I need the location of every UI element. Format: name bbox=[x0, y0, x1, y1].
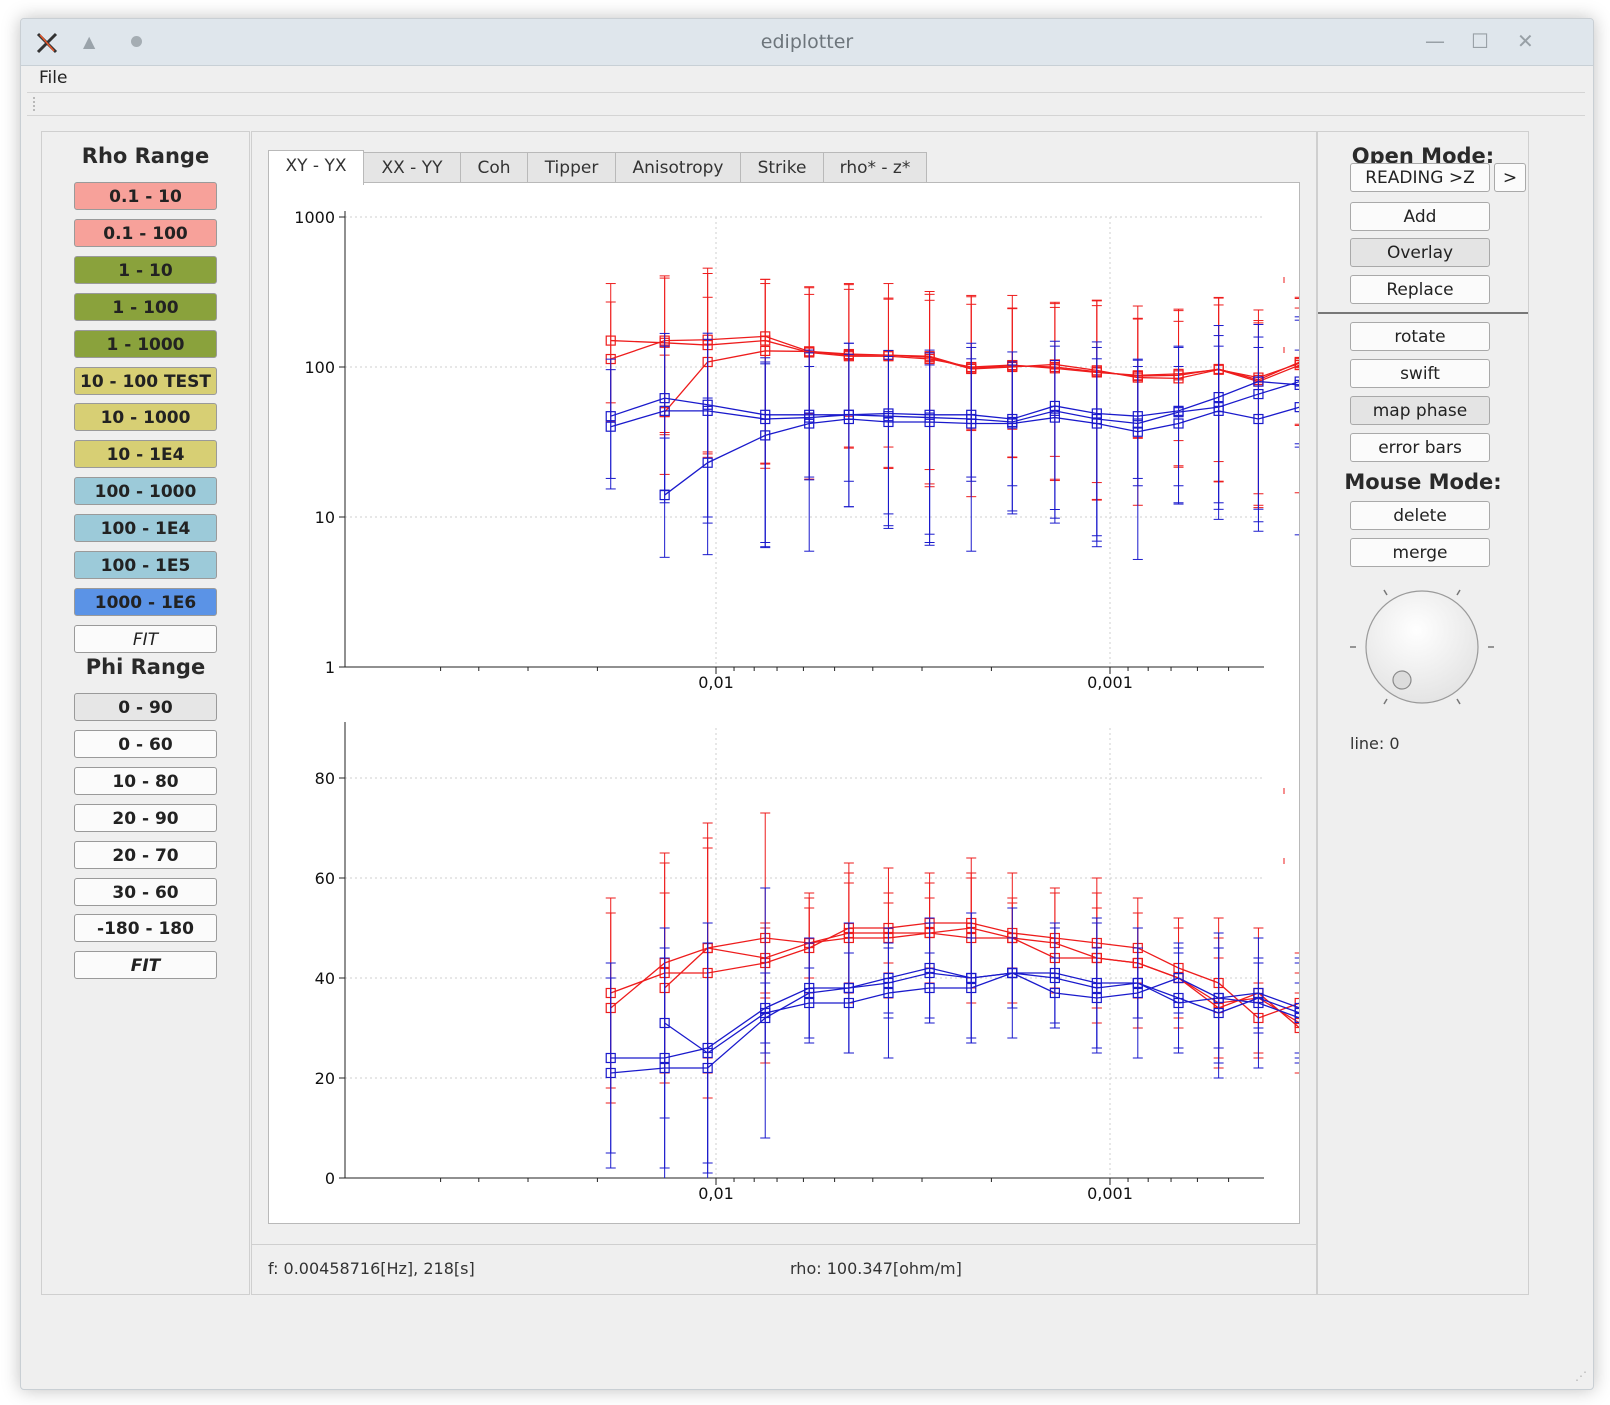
title-bar: ▲ ediplotter — ☐ ✕ bbox=[21, 19, 1593, 66]
phi-range-button[interactable]: 10 - 80 bbox=[74, 766, 217, 795]
phi-range-title: Phi Range bbox=[85, 655, 206, 679]
menu-bar: File bbox=[21, 66, 1593, 92]
delete-button[interactable]: delete bbox=[1350, 501, 1490, 530]
status-bar: f: 0.00458716[Hz], 218[s] rho: 100.347[o… bbox=[251, 1244, 1317, 1295]
maximize-icon[interactable]: ☐ bbox=[1471, 29, 1489, 53]
phi-range-button[interactable]: 20 - 90 bbox=[74, 803, 217, 832]
minimize-icon[interactable]: — bbox=[1425, 29, 1445, 53]
tab-xx-yy[interactable]: XX - YY bbox=[363, 152, 461, 183]
close-icon[interactable]: ✕ bbox=[1517, 29, 1534, 53]
merge-button[interactable]: merge bbox=[1350, 538, 1490, 567]
mode-separator bbox=[1318, 312, 1528, 314]
y-tick-label: 10 bbox=[315, 508, 335, 527]
tab-xy-yx[interactable]: XY - YX bbox=[268, 150, 364, 185]
tab-rho-z[interactable]: rho* - z* bbox=[823, 152, 927, 183]
menu-file[interactable]: File bbox=[39, 68, 67, 88]
rho-range-button[interactable]: 1 - 100 bbox=[74, 292, 217, 321]
rotate-button[interactable]: rotate bbox=[1350, 322, 1490, 351]
dial-handle-icon bbox=[1392, 670, 1412, 690]
line-dial[interactable] bbox=[1344, 582, 1504, 722]
line-value-label: line: 0 bbox=[1350, 734, 1400, 753]
y-tick-label: 20 bbox=[315, 1069, 335, 1088]
x-tick-label: 0,01 bbox=[698, 1184, 734, 1203]
phi-range-button[interactable]: 0 - 90 bbox=[74, 693, 217, 721]
x-tick-label: 0,001 bbox=[1087, 673, 1133, 692]
phi-range-button[interactable]: 0 - 60 bbox=[74, 729, 217, 758]
mouse-mode-title: Mouse Mode: bbox=[1344, 470, 1502, 494]
y-tick-label: 1000 bbox=[294, 208, 335, 227]
x-tick-label: 0,001 bbox=[1087, 1184, 1133, 1203]
rho-range-button[interactable]: 10 - 1E4 bbox=[74, 440, 217, 469]
y-tick-label: 40 bbox=[315, 969, 335, 988]
reading-arrow-button[interactable]: > bbox=[1494, 163, 1526, 192]
tab-anisotropy[interactable]: Anisotropy bbox=[615, 152, 741, 183]
add-button[interactable]: Add bbox=[1350, 202, 1490, 231]
status-rho: rho: 100.347[ohm/m] bbox=[790, 1259, 962, 1278]
toolbar bbox=[27, 92, 1585, 116]
replace-button[interactable]: Replace bbox=[1350, 275, 1490, 304]
reading-mode-button[interactable]: READING >Z bbox=[1350, 163, 1490, 192]
rho-range-button[interactable]: 100 - 1E4 bbox=[74, 514, 217, 543]
tab-coh[interactable]: Coh bbox=[460, 152, 528, 183]
series-line bbox=[664, 972, 1382, 1054]
overlay-button[interactable]: Overlay bbox=[1350, 238, 1490, 267]
rho-range-title: Rho Range bbox=[81, 144, 210, 168]
plots-svg[interactable]: 1 10 100 1000 0,01 0,001 0 20 40 60 80 0,01 0,001 bbox=[269, 183, 1387, 1223]
rho-range-button[interactable]: 0.1 - 100 bbox=[74, 218, 217, 247]
phi-range-button[interactable]: FIT bbox=[74, 951, 217, 980]
series-line bbox=[610, 922, 1382, 1019]
range-panel: Rho Range 0.1 - 10 0.1 - 100 1 - 10 1 - 100… bbox=[41, 131, 250, 1295]
status-frequency: f: 0.00458716[Hz], 218[s] bbox=[268, 1259, 475, 1278]
series-line bbox=[610, 339, 1382, 379]
rho-range-button[interactable]: 1 - 10 bbox=[74, 255, 217, 284]
rho-range-button[interactable]: 100 - 1E5 bbox=[74, 551, 217, 579]
swift-button[interactable]: swift bbox=[1350, 359, 1490, 388]
error-bars-button[interactable]: error bars bbox=[1350, 433, 1490, 462]
rho-range-button[interactable]: 10 - 1000 bbox=[74, 403, 217, 432]
rho-range-button[interactable]: 10 - 100 TEST bbox=[74, 366, 217, 395]
phi-range-button[interactable]: -180 - 180 bbox=[74, 914, 217, 943]
y-tick-label: 80 bbox=[315, 769, 335, 788]
x-tick-label: 0,01 bbox=[698, 673, 734, 692]
rho-range-button[interactable]: 100 - 1000 bbox=[74, 477, 217, 506]
rho-range-button[interactable]: 1000 - 1E6 bbox=[74, 587, 217, 616]
tab-tipper[interactable]: Tipper bbox=[527, 152, 616, 183]
y-tick-label: 0 bbox=[325, 1169, 335, 1188]
y-tick-label: 60 bbox=[315, 869, 335, 888]
rho-range-button[interactable]: FIT bbox=[74, 624, 217, 653]
rho-range-button[interactable]: 0.1 - 10 bbox=[74, 182, 217, 210]
map-phase-button[interactable]: map phase bbox=[1350, 396, 1490, 425]
plot-area[interactable]: 1 10 100 1000 0,01 0,001 0 20 40 60 80 0,01 0,001 bbox=[268, 182, 1387, 1224]
mode-panel: Open Mode: READING >Z > Add Overlay Repl… bbox=[1317, 131, 1529, 1295]
y-tick-label: 100 bbox=[304, 358, 335, 377]
tab-strike[interactable]: Strike bbox=[740, 152, 824, 183]
plot-panel: XY - YX XX - YY Coh Tipper Anisotropy Strike r… bbox=[251, 131, 1387, 1245]
phi-range-button[interactable]: 20 - 70 bbox=[74, 840, 217, 869]
series-line bbox=[610, 967, 1382, 1059]
rho-range-button[interactable]: 1 - 1000 bbox=[74, 329, 217, 358]
window-title: ediplotter bbox=[760, 31, 854, 53]
resize-grip-icon[interactable]: ⋰ bbox=[1575, 1369, 1587, 1383]
phi-range-button[interactable]: 30 - 60 bbox=[74, 877, 217, 906]
toolbar-grip-icon[interactable] bbox=[33, 97, 39, 111]
y-tick-label: 1 bbox=[325, 658, 335, 677]
series-line bbox=[664, 389, 1382, 496]
app-window: ▲ ediplotter — ☐ ✕ File Rho Range 0.1 - … bbox=[20, 18, 1594, 1390]
